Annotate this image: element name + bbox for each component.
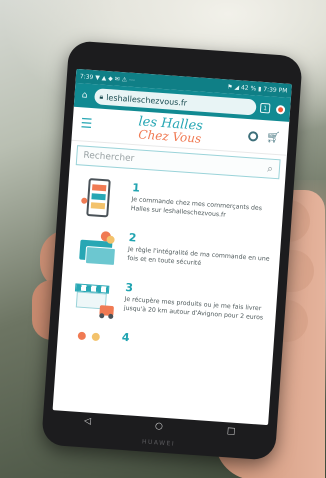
recent-apps-icon[interactable]: □ bbox=[227, 426, 236, 437]
smartphone: 7:39 ▼ ▲ ◆ ✉ ⚠ ⋯ ⚑ ◢ 42 % ▮ 7:39 PM ⌂ 🔒︎… bbox=[41, 40, 303, 461]
home-nav-icon[interactable]: ○ bbox=[155, 421, 164, 432]
search-input[interactable]: Rechercher bbox=[83, 151, 135, 165]
phone-order-icon bbox=[78, 177, 125, 220]
hamburger-menu-icon[interactable]: ☰ bbox=[80, 116, 93, 132]
step-number: 4 bbox=[121, 330, 130, 345]
status-right: ⚑ ◢ 42 % ▮ 7:39 PM bbox=[226, 82, 288, 95]
back-icon[interactable]: ◁ bbox=[84, 416, 92, 426]
step-item: 2 Je règle l'intégralité de ma commande … bbox=[63, 227, 281, 282]
step-item: 1 Je commande chez mes commerçants des H… bbox=[66, 177, 284, 232]
step-item: 3 Je récupère mes produits ou je me fais… bbox=[59, 276, 277, 331]
people-icon bbox=[68, 327, 115, 370]
site-logo[interactable]: les Halles Chez Vous bbox=[137, 114, 203, 146]
payment-icon bbox=[75, 227, 122, 270]
account-icon[interactable] bbox=[247, 130, 259, 142]
lock-icon: 🔒︎ bbox=[99, 92, 104, 101]
phone-screen: 7:39 ▼ ▲ ◆ ✉ ⚠ ⋯ ⚑ ◢ 42 % ▮ 7:39 PM ⌂ 🔒︎… bbox=[52, 68, 292, 426]
status-left: 7:39 ▼ ▲ ◆ ✉ ⚠ ⋯ bbox=[79, 72, 136, 84]
browser-menu-icon[interactable] bbox=[274, 103, 287, 116]
logo-line-2: Chez Vous bbox=[137, 127, 202, 146]
cart-icon[interactable]: 🛒︎ bbox=[266, 130, 281, 144]
tabs-count: 1 bbox=[262, 104, 268, 112]
step-item: 4 bbox=[56, 326, 274, 381]
home-icon[interactable]: ⌂ bbox=[78, 89, 91, 102]
search-icon[interactable]: ⌕ bbox=[267, 163, 273, 174]
tabs-icon[interactable]: 1 bbox=[259, 102, 271, 114]
url-text: leshalleschezvous.fr bbox=[105, 92, 188, 108]
shop-delivery-icon bbox=[71, 277, 118, 320]
